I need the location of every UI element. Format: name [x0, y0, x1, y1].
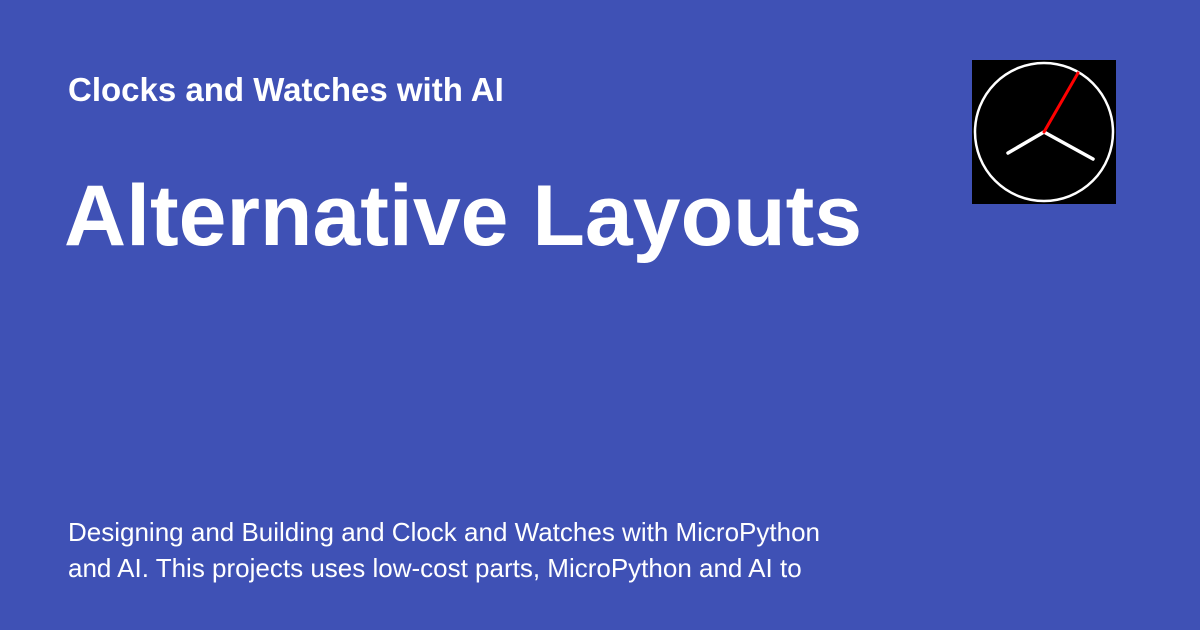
page-title: Alternative Layouts	[64, 168, 863, 264]
description-line-2: and AI. This projects uses low-cost part…	[68, 553, 802, 583]
analog-clock-icon	[973, 61, 1115, 203]
description-line-1: Designing and Building and Clock and Wat…	[68, 517, 820, 547]
description: Designing and Building and Clock and Wat…	[68, 514, 908, 586]
site-logo	[972, 60, 1116, 204]
social-card: Clocks and Watches with AI Alternative L…	[0, 0, 1200, 630]
site-name: Clocks and Watches with AI	[68, 71, 504, 108]
